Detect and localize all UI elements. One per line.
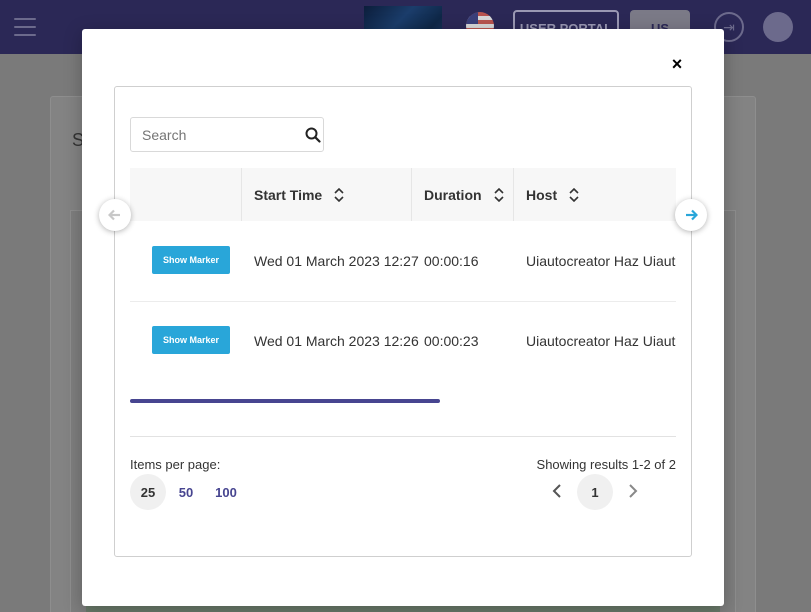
horizontal-scrollbar[interactable] [130, 399, 440, 403]
panel-divider [130, 436, 676, 437]
show-marker-button[interactable]: Show Marker [152, 246, 230, 274]
results-count: Showing results 1-2 of 2 [536, 457, 676, 472]
host-cell: Uiautocreator Haz Uiauto [526, 253, 676, 269]
arrow-right-icon[interactable] [675, 199, 707, 231]
duration-cell: 00:00:23 [424, 333, 479, 349]
chevron-left-icon[interactable] [548, 482, 566, 500]
column-divider [513, 168, 514, 221]
search-input[interactable] [131, 118, 301, 151]
sort-icon[interactable] [334, 187, 344, 202]
markers-modal: × Start Time Duration [82, 29, 724, 606]
search-icon[interactable] [305, 127, 321, 143]
column-label: Host [526, 186, 558, 203]
start-time-cell: Wed 01 March 2023 12:27 [254, 253, 419, 269]
menu-icon[interactable] [14, 18, 36, 36]
duration-cell: 00:00:16 [424, 253, 479, 269]
markers-table: Start Time Duration Host Show Marker Wed… [130, 168, 676, 382]
column-header-host[interactable]: Host [526, 168, 579, 221]
start-time-cell: Wed 01 March 2023 12:26 [254, 333, 419, 349]
sort-icon[interactable] [493, 187, 504, 202]
markers-panel: Start Time Duration Host Show Marker Wed… [114, 86, 692, 557]
page-number-current[interactable]: 1 [577, 474, 613, 510]
items-per-page-option-100[interactable]: 100 [211, 474, 241, 510]
column-label: Duration [424, 186, 482, 203]
sort-icon[interactable] [569, 187, 579, 202]
host-cell: Uiautocreator Haz Uiauto [526, 333, 676, 349]
items-per-page-option-50[interactable]: 50 [173, 474, 199, 510]
column-header-start-time[interactable]: Start Time [254, 168, 344, 221]
show-marker-button[interactable]: Show Marker [152, 326, 230, 354]
items-per-page-label: Items per page: [130, 457, 221, 472]
table-row: Show Marker Wed 01 March 2023 12:26 00:0… [130, 301, 676, 381]
column-divider [411, 168, 412, 221]
items-per-page-option-25[interactable]: 25 [130, 474, 166, 510]
arrow-left-icon[interactable] [99, 199, 131, 231]
search-box [130, 117, 324, 152]
column-header-duration[interactable]: Duration [424, 168, 504, 221]
close-icon[interactable]: × [667, 54, 687, 74]
column-divider [241, 168, 242, 221]
table-row: Show Marker Wed 01 March 2023 12:27 00:0… [130, 221, 676, 301]
table-header: Start Time Duration Host [130, 168, 676, 221]
user-avatar-icon[interactable] [763, 12, 793, 42]
column-label: Start Time [254, 186, 323, 203]
chevron-right-icon[interactable] [624, 482, 642, 500]
